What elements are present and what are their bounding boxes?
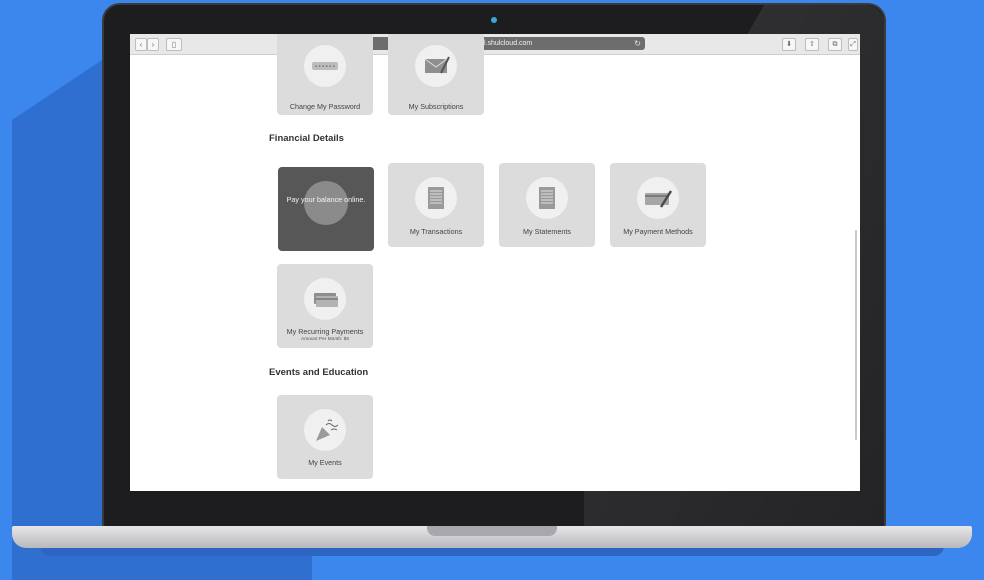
browser-window: ‹ › ▯ 🔒︎ labshul.shulcloud.com ↻ ⬇ ⇧ ⧉ ⤢… (130, 34, 860, 491)
pay-balance-tile[interactable]: Pay your balance online. (278, 167, 374, 251)
svg-text:••••••: •••••• (314, 64, 335, 71)
share-icon[interactable]: ⇧ (805, 38, 819, 51)
sidebar-icon[interactable]: ▯ (166, 38, 182, 51)
back-icon[interactable]: ‹ (135, 38, 147, 51)
change-password-tile[interactable]: •••••• Change My Password (277, 34, 373, 115)
tabs-icon[interactable]: ⧉ (828, 38, 842, 51)
browser-toolbar: ‹ › ▯ 🔒︎ labshul.shulcloud.com ↻ ⬇ ⇧ ⧉ ⤢ (130, 34, 860, 55)
laptop-notch (427, 526, 557, 536)
my-statements-tile[interactable]: My Statements (499, 163, 595, 247)
my-transactions-tile[interactable]: My Transactions (388, 163, 484, 247)
my-subscriptions-tile[interactable]: My Subscriptions (388, 34, 484, 115)
my-events-tile[interactable]: My Events (277, 395, 373, 479)
scrollbar[interactable] (855, 230, 857, 440)
password-icon: •••••• (304, 45, 346, 87)
cards-icon (304, 278, 346, 320)
resize-icon[interactable]: ⤢ (848, 38, 858, 51)
document-icon (415, 177, 457, 219)
download-icon[interactable]: ⬇ (782, 38, 796, 51)
my-recurring-payments-tile[interactable]: My Recurring Payments Amount Per Month: … (277, 264, 373, 348)
reload-icon[interactable]: ↻ (634, 37, 641, 50)
card-pen-icon (637, 177, 679, 219)
my-payment-methods-tile[interactable]: My Payment Methods (610, 163, 706, 247)
camera-icon (491, 17, 497, 23)
envelope-icon (415, 45, 457, 87)
financial-details-heading: Financial Details (269, 133, 344, 144)
document-icon (526, 177, 568, 219)
page-content: •••••• Change My Password My Subscriptio… (130, 34, 860, 491)
events-education-heading: Events and Education (269, 367, 369, 378)
party-popper-icon (304, 409, 346, 451)
forward-icon[interactable]: › (147, 38, 159, 51)
